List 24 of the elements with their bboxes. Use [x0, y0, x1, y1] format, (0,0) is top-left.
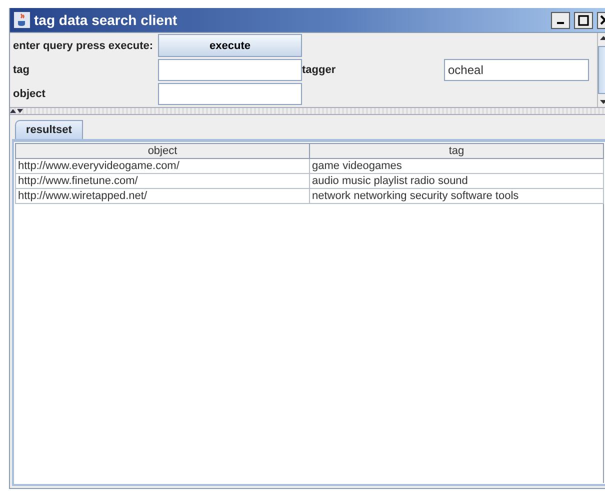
java-cup-icon [14, 12, 30, 28]
table-cell: game videogames [310, 158, 604, 174]
minimize-icon [557, 22, 564, 24]
field-label: object [13, 87, 46, 102]
window-title: tag data search client [34, 12, 178, 28]
maximize-button[interactable] [574, 12, 593, 28]
splitter-arrows-icon[interactable] [10, 108, 24, 114]
input-field[interactable]: ocheal [444, 59, 589, 81]
field-label: enter query press execute: [13, 39, 154, 54]
execute-button[interactable]: execute [158, 34, 302, 57]
maximize-icon [578, 14, 589, 26]
table-cell: http://www.wiretapped.net/ [16, 188, 310, 204]
field-label: tagger [302, 63, 337, 78]
table-cell: http://www.everyvideogame.com/ [16, 158, 310, 174]
input-field[interactable] [158, 59, 302, 81]
field-label: tag [13, 63, 30, 78]
tab[interactable]: resultset [15, 120, 83, 139]
table-cell: http://www.finetune.com/ [16, 174, 310, 188]
table-cell: audio music playlist radio sound [310, 174, 604, 188]
table-cell: network networking security software tools [310, 188, 604, 204]
column-header[interactable]: tag [310, 144, 604, 158]
input-field[interactable] [158, 83, 302, 105]
minimize-button[interactable] [551, 12, 570, 28]
column-header[interactable]: object [16, 144, 310, 158]
